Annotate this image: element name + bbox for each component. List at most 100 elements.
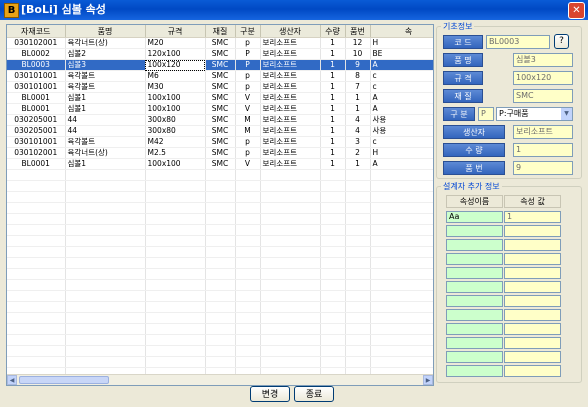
table-cell[interactable]: M2.5 xyxy=(145,147,206,159)
column-header[interactable]: 자재코드 xyxy=(7,25,66,38)
help-button[interactable]: ? xyxy=(554,34,569,49)
table-cell[interactable]: 4 xyxy=(345,114,371,126)
table-cell[interactable]: 보리소프트 xyxy=(260,48,321,60)
table-cell[interactable]: P xyxy=(235,59,261,71)
table-cell[interactable]: BL0001 xyxy=(7,158,66,170)
table-cell[interactable]: SMC xyxy=(205,125,236,137)
table-cell[interactable]: 사용 xyxy=(370,114,433,126)
attr-name-cell[interactable] xyxy=(446,281,503,293)
change-button[interactable]: 변경 xyxy=(250,386,290,402)
attr-value-cell[interactable] xyxy=(504,253,561,265)
table-cell[interactable]: P xyxy=(235,48,261,60)
table-cell[interactable]: 100x100 xyxy=(145,158,206,170)
table-cell[interactable]: 030102001 xyxy=(7,37,66,49)
attr-name-cell[interactable] xyxy=(446,239,503,251)
table-cell[interactable]: 1 xyxy=(320,158,346,170)
table-cell[interactable]: 보리소프트 xyxy=(260,92,321,104)
table-cell[interactable]: M20 xyxy=(145,37,206,49)
table-cell[interactable]: 8 xyxy=(345,70,371,82)
table-cell[interactable]: 1 xyxy=(320,114,346,126)
table-cell[interactable]: 1 xyxy=(320,125,346,137)
table-cell[interactable]: 보리소프트 xyxy=(260,59,321,71)
attr-value-cell[interactable]: 1 xyxy=(504,211,561,223)
table-cell[interactable]: A xyxy=(370,92,433,104)
table-cell[interactable]: p xyxy=(235,70,261,82)
attr-name-cell[interactable] xyxy=(446,295,503,307)
table-cell[interactable]: 100x120 xyxy=(145,59,206,71)
table-cell[interactable]: H xyxy=(370,37,433,49)
attr-name-cell[interactable] xyxy=(446,337,503,349)
table-cell[interactable]: 심볼2 xyxy=(65,48,146,60)
parts-grid[interactable]: 자재코드 품명 규격 재질 구분 생산자 수량 품번 속 030102001 육각… xyxy=(6,24,434,386)
qty-field[interactable]: 1 xyxy=(513,143,573,157)
column-header[interactable]: 생산자 xyxy=(260,25,321,38)
table-cell[interactable]: BL0001 xyxy=(7,92,66,104)
table-cell[interactable]: 1 xyxy=(320,103,346,115)
table-cell[interactable]: p xyxy=(235,37,261,49)
exit-button[interactable]: 종료 xyxy=(294,386,334,402)
table-row[interactable]: BL0003 심볼3 100x120 SMC P 보리소프트 1 9 A xyxy=(7,59,433,71)
table-cell[interactable]: SMC xyxy=(205,136,236,148)
table-row[interactable]: 030101001 육각볼트 M6 SMC p 보리소프트 1 8 c xyxy=(7,70,433,82)
table-cell[interactable]: 보리소프트 xyxy=(260,70,321,82)
scroll-thumb[interactable] xyxy=(19,376,109,384)
attr-value-cell[interactable] xyxy=(504,267,561,279)
table-row[interactable]: BL0001 심볼1 100x100 SMC V 보리소프트 1 1 A xyxy=(7,103,433,115)
column-header[interactable]: 품명 xyxy=(65,25,146,38)
table-cell[interactable]: SMC xyxy=(205,70,236,82)
table-cell[interactable]: SMC xyxy=(205,114,236,126)
table-cell[interactable]: 030205001 xyxy=(7,125,66,137)
table-cell[interactable]: SMC xyxy=(205,158,236,170)
table-cell[interactable]: 2 xyxy=(345,147,371,159)
table-cell[interactable]: 100x100 xyxy=(145,103,206,115)
table-cell[interactable]: p xyxy=(235,147,261,159)
attr-name-cell[interactable] xyxy=(446,225,503,237)
table-cell[interactable]: 030102001 xyxy=(7,147,66,159)
attr-name-cell[interactable] xyxy=(446,267,503,279)
attr-value-cell[interactable] xyxy=(504,309,561,321)
table-cell[interactable]: V xyxy=(235,103,261,115)
table-cell[interactable]: 030101001 xyxy=(7,81,66,93)
table-cell[interactable]: 보리소프트 xyxy=(260,125,321,137)
table-cell[interactable]: 1 xyxy=(345,92,371,104)
table-row[interactable]: BL0001 심볼1 100x100 SMC V 보리소프트 1 1 A xyxy=(7,158,433,170)
table-cell[interactable]: 1 xyxy=(320,37,346,49)
code-field[interactable]: BL0003 xyxy=(486,35,550,49)
table-cell[interactable]: 보리소프트 xyxy=(260,147,321,159)
table-cell[interactable]: SMC xyxy=(205,59,236,71)
table-cell[interactable]: 육각볼트 xyxy=(65,81,146,93)
table-cell[interactable]: BL0001 xyxy=(7,103,66,115)
table-row[interactable]: 030101001 육각볼트 M42 SMC p 보리소프트 1 3 c xyxy=(7,136,433,148)
chevron-down-icon[interactable]: ▼ xyxy=(561,108,572,120)
table-cell[interactable]: A xyxy=(370,59,433,71)
table-cell[interactable]: p xyxy=(235,81,261,93)
table-cell[interactable]: BE xyxy=(370,48,433,60)
table-row[interactable]: 030205001 44 300x80 SMC M 보리소프트 1 4 사용 xyxy=(7,125,433,137)
table-row[interactable]: 030102001 육각너트(상) M2.5 SMC p 보리소프트 1 2 H xyxy=(7,147,433,159)
attr-value-cell[interactable] xyxy=(504,225,561,237)
column-header[interactable]: 품번 xyxy=(345,25,371,38)
attr-name-cell[interactable]: Aa xyxy=(446,211,503,223)
table-cell[interactable]: 030101001 xyxy=(7,136,66,148)
partno-field[interactable]: 9 xyxy=(513,161,573,175)
attr-name-cell[interactable] xyxy=(446,323,503,335)
scroll-right-icon[interactable]: ▶ xyxy=(423,375,433,385)
column-header[interactable]: 수량 xyxy=(320,25,346,38)
table-cell[interactable]: 1 xyxy=(320,81,346,93)
table-row[interactable]: 030102001 육각너트(상) M20 SMC p 보리소프트 1 12 H xyxy=(7,37,433,49)
table-cell[interactable]: 9 xyxy=(345,59,371,71)
attr-value-cell[interactable] xyxy=(504,351,561,363)
column-header[interactable]: 재질 xyxy=(205,25,236,38)
table-cell[interactable]: SMC xyxy=(205,92,236,104)
table-row[interactable]: 030101001 육각볼트 M30 SMC p 보리소프트 1 7 c xyxy=(7,81,433,93)
table-cell[interactable]: A xyxy=(370,158,433,170)
table-cell[interactable]: 사용 xyxy=(370,125,433,137)
table-cell[interactable]: 보리소프트 xyxy=(260,136,321,148)
table-cell[interactable]: BL0002 xyxy=(7,48,66,60)
table-cell[interactable]: 1 xyxy=(320,92,346,104)
table-cell[interactable]: H xyxy=(370,147,433,159)
maker-field[interactable]: 보리소프트 xyxy=(513,125,573,139)
table-cell[interactable]: 1 xyxy=(320,48,346,60)
type-code-field[interactable]: P xyxy=(478,107,494,121)
table-cell[interactable]: 보리소프트 xyxy=(260,158,321,170)
